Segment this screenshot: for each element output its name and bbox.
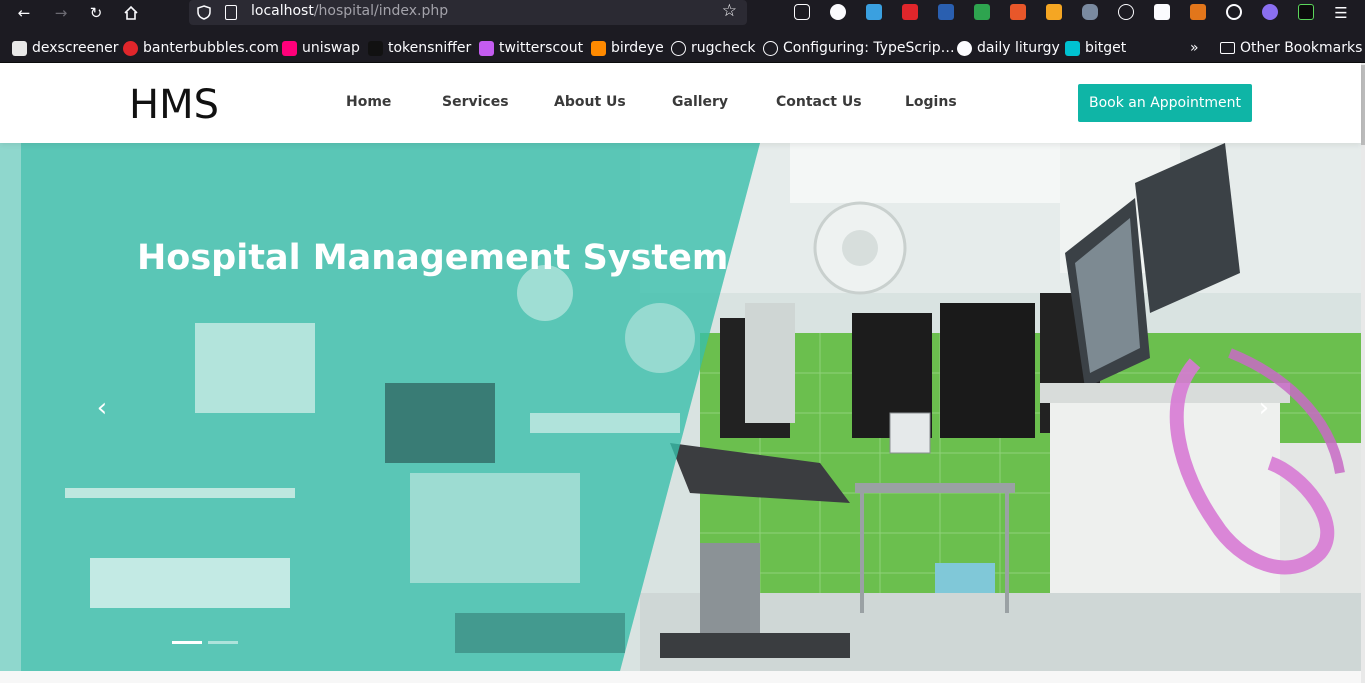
bookmark-uniswap[interactable]: uniswap [282,38,360,58]
carousel-next-icon[interactable]: › [1252,393,1276,423]
bookmark-label: bitget [1085,40,1127,56]
nav-gallery[interactable]: Gallery [672,94,728,110]
page-below-hero [0,671,1361,683]
react-devtools-icon[interactable] [1118,4,1134,20]
bookmark-label: rugcheck [691,40,756,56]
extension-icon[interactable] [1262,4,1278,20]
browser-toolbar: ← → ↻ localhost/hospital/index.php ☆ ☰ [0,0,1365,26]
extension-icon[interactable] [1298,4,1314,20]
extension-icon[interactable] [1082,4,1098,20]
menu-icon[interactable]: ☰ [1330,2,1352,24]
nav-services[interactable]: Services [442,94,509,110]
bookmark-dexscreener[interactable]: dexscreener [12,38,118,58]
bookmark-banterbubbles[interactable]: banterbubbles.com [123,38,279,58]
page-scrollbar[interactable] [1361,63,1365,683]
home-icon[interactable] [120,2,142,24]
bookmark-birdeye[interactable]: birdeye [591,38,664,58]
banterbubbles-icon [123,40,138,56]
account-icon[interactable] [830,4,846,20]
folder-icon [1220,42,1235,54]
bookmarks-bar: dexscreener banterbubbles.com uniswap to… [0,33,1365,63]
bookmark-star-icon[interactable]: ☆ [722,1,737,21]
twitterscout-icon [479,40,494,56]
toolbar-gap [0,26,1365,33]
extension-icon[interactable] [974,4,990,20]
bookmark-label: tokensniffer [388,40,472,56]
bookmark-rugcheck[interactable]: rugcheck [671,38,756,58]
bookmark-label: birdeye [611,40,664,56]
site-header: HMS Home Services About Us Gallery Conta… [0,63,1361,143]
nav-logins[interactable]: Logins [905,94,957,110]
birdeye-icon [591,40,606,56]
other-bookmarks-label: Other Bookmarks [1240,40,1363,56]
nav-about-us[interactable]: About Us [554,94,626,110]
carousel-indicator-2[interactable] [208,641,238,644]
url-bar[interactable]: localhost/hospital/index.php ☆ [189,0,747,25]
page-info-icon[interactable] [225,5,237,20]
reload-icon[interactable]: ↻ [85,2,107,24]
back-arrow-icon[interactable]: ← [13,2,35,24]
extension-icon[interactable] [1046,4,1062,20]
bookmark-twitterscout[interactable]: twitterscout [479,38,583,58]
bookmark-typescript[interactable]: Configuring: TypeScrip… [763,38,955,58]
other-bookmarks[interactable]: Other Bookmarks [1220,38,1362,58]
extension-icon[interactable] [1010,4,1026,20]
metamask-icon[interactable] [1190,4,1206,20]
hero-left-strip [0,143,21,671]
url-text[interactable]: localhost/hospital/index.php [251,3,448,19]
bookmark-label: Configuring: TypeScrip… [783,40,955,56]
nav-home[interactable]: Home [346,94,391,110]
bookmark-label: dexscreener [32,40,119,56]
tokensniffer-icon [368,40,383,56]
daily-liturgy-icon [957,40,972,56]
dexscreener-icon [12,40,27,56]
hero-carousel: Hospital Management System ‹ › [0,143,1361,671]
bookmark-daily-liturgy[interactable]: daily liturgy [957,38,1060,58]
extension-icon[interactable] [866,4,882,20]
bookmark-label: banterbubbles.com [143,40,279,56]
nav-contact-us[interactable]: Contact Us [776,94,862,110]
globe-icon [763,40,778,56]
site-logo[interactable]: HMS [129,83,219,127]
pdf-icon[interactable] [938,4,954,20]
bookmark-label: daily liturgy [977,40,1060,56]
hero-title: Hospital Management System [137,238,729,278]
bookmark-label: uniswap [302,40,360,56]
carousel-indicator-1[interactable] [172,641,202,644]
bookmarks-overflow-chevron-icon[interactable]: » [1190,38,1199,58]
url-host: localhost [251,3,314,19]
carousel-prev-icon[interactable]: ‹ [90,393,114,423]
globe-icon [671,40,686,56]
extension-icon[interactable] [1226,4,1242,20]
shield-icon[interactable] [197,5,211,20]
bookmark-label: twitterscout [499,40,584,56]
scrollbar-thumb[interactable] [1361,65,1365,145]
url-path: /hospital/index.php [313,3,449,19]
uniswap-icon [282,40,297,56]
operating-room-image [0,143,1361,671]
book-appointment-button[interactable]: Book an Appointment [1078,84,1252,122]
bookmark-bitget[interactable]: bitget [1065,38,1126,58]
extension-icon[interactable] [1154,4,1170,20]
extension-icon[interactable] [902,4,918,20]
bitget-icon [1065,40,1080,56]
forward-arrow-icon[interactable]: → [50,2,72,24]
bookmark-tokensniffer[interactable]: tokensniffer [368,38,471,58]
pocket-icon[interactable] [794,4,810,20]
